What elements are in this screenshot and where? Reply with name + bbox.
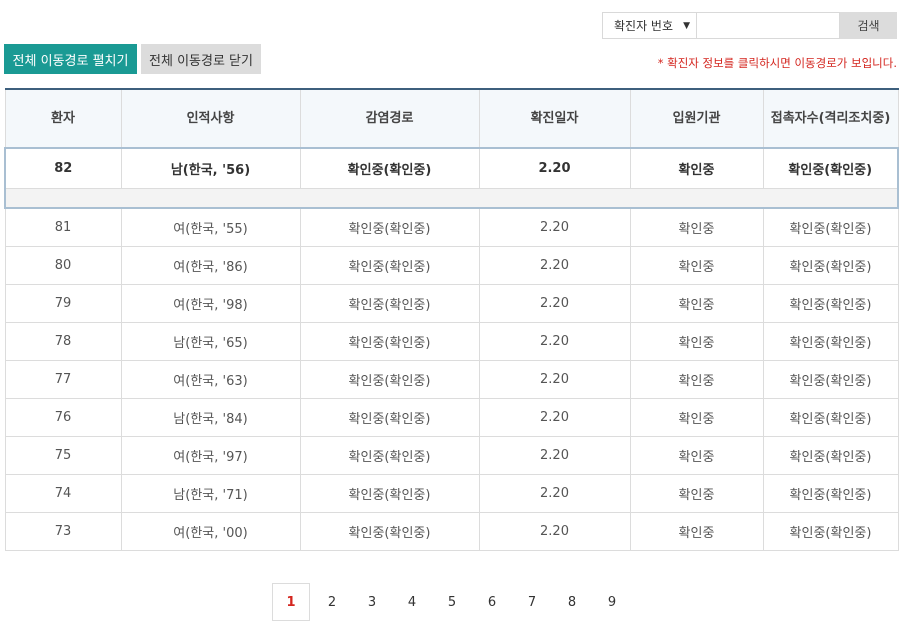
table-cell: 2.20 xyxy=(478,435,631,475)
expand-all-routes-button[interactable]: 전체 이동경로 펼치기 xyxy=(4,44,137,74)
table-cell: 73 xyxy=(4,511,122,551)
table-cell: 확인중 xyxy=(629,245,764,285)
table-row[interactable]: 80 여(한국, '86) 확인중(확인중) 2.20 확인중 확인중(확인중) xyxy=(4,245,899,285)
pagination: 123456789 xyxy=(272,583,632,621)
table-cell: 2.20 xyxy=(478,245,631,285)
table-row[interactable]: 79 여(한국, '98) 확인중(확인중) 2.20 확인중 확인중(확인중) xyxy=(4,283,899,323)
table-cell: 확인중(확인중) xyxy=(762,321,899,361)
table-cell: 확인중(확인중) xyxy=(299,245,480,285)
table-cell: 확인중 xyxy=(629,207,764,247)
table-cell: 확인중(확인중) xyxy=(762,435,899,475)
table-cell: 확인중 xyxy=(629,147,764,189)
table-cell: 확인중(확인중) xyxy=(299,473,480,513)
table-cell: 확인중(확인중) xyxy=(299,435,480,475)
table-cell: 남(한국, '71) xyxy=(120,473,301,513)
table-cell: 확인중(확인중) xyxy=(762,245,899,285)
column-header: 감염경로 xyxy=(299,88,480,149)
table-cell: 2.20 xyxy=(478,397,631,437)
table-cell: 79 xyxy=(4,283,122,323)
table-cell: 확인중(확인중) xyxy=(762,511,899,551)
table-cell: 여(한국, '63) xyxy=(120,359,301,399)
table-cell: 확인중(확인중) xyxy=(299,147,480,189)
patient-table: 환자 인적사항 감염경로 확진일자 입원기관 접촉자수(격리조치중) 82 남(… xyxy=(4,88,899,551)
notice-text: * 확진자 정보를 클릭하시면 이동경로가 보입니다. xyxy=(657,56,897,70)
page-link-9[interactable]: 9 xyxy=(592,583,632,621)
table-cell: 확인중 xyxy=(629,511,764,551)
table-cell: 2.20 xyxy=(478,359,631,399)
table-cell: 80 xyxy=(4,245,122,285)
table-cell: 남(한국, '65) xyxy=(120,321,301,361)
table-header-row: 환자 인적사항 감염경로 확진일자 입원기관 접촉자수(격리조치중) xyxy=(4,88,899,149)
table-cell: 남(한국, '56) xyxy=(120,147,301,189)
table-cell: 2.20 xyxy=(478,147,631,189)
table-cell: 76 xyxy=(4,397,122,437)
table-cell: 75 xyxy=(4,435,122,475)
search-type-select[interactable]: 확진자 번호 ▼ xyxy=(602,12,697,39)
table-cell: 확인중 xyxy=(629,359,764,399)
table-cell: 81 xyxy=(4,207,122,247)
table-cell: 확인중 xyxy=(629,473,764,513)
column-header: 인적사항 xyxy=(120,88,301,149)
table-cell: 2.20 xyxy=(478,511,631,551)
table-cell: 확인중(확인중) xyxy=(762,397,899,437)
column-header: 확진일자 xyxy=(478,88,631,149)
page-link-6[interactable]: 6 xyxy=(472,583,512,621)
table-cell: 확인중(확인중) xyxy=(762,207,899,247)
table-cell: 2.20 xyxy=(478,473,631,513)
table-cell: 82 xyxy=(4,147,122,189)
table-cell: 확인중(확인중) xyxy=(299,511,480,551)
table-cell: 확인중(확인중) xyxy=(762,147,899,189)
table-cell: 확인중 xyxy=(629,321,764,361)
table-cell: 74 xyxy=(4,473,122,513)
page-link-8[interactable]: 8 xyxy=(552,583,592,621)
table-cell: 2.20 xyxy=(478,321,631,361)
page-link-4[interactable]: 4 xyxy=(392,583,432,621)
page-link-5[interactable]: 5 xyxy=(432,583,472,621)
page-link-3[interactable]: 3 xyxy=(352,583,392,621)
table-row[interactable]: 73 여(한국, '00) 확인중(확인중) 2.20 확인중 확인중(확인중) xyxy=(4,511,899,551)
column-header: 접촉자수(격리조치중) xyxy=(762,88,899,149)
table-cell: 확인중(확인중) xyxy=(762,473,899,513)
table-cell: 확인중 xyxy=(629,435,764,475)
table-row-selected[interactable]: 82 남(한국, '56) 확인중(확인중) 2.20 확인중 확인중(확인중) xyxy=(4,147,899,189)
chevron-down-icon: ▼ xyxy=(683,21,690,31)
table-cell: 77 xyxy=(4,359,122,399)
table-cell: 확인중 xyxy=(629,283,764,323)
table-cell: 여(한국, '98) xyxy=(120,283,301,323)
search-type-label: 확진자 번호 xyxy=(614,19,674,33)
search-bar: 확진자 번호 ▼ 검색 xyxy=(602,12,897,39)
table-cell: 확인중(확인중) xyxy=(762,283,899,323)
column-header: 환자 xyxy=(4,88,122,149)
table-cell: 78 xyxy=(4,321,122,361)
route-detail-row xyxy=(4,187,899,209)
page-link-2[interactable]: 2 xyxy=(312,583,352,621)
table-row[interactable]: 76 남(한국, '84) 확인중(확인중) 2.20 확인중 확인중(확인중) xyxy=(4,397,899,437)
table-cell: 확인중(확인중) xyxy=(299,283,480,323)
table-cell: 2.20 xyxy=(478,207,631,247)
table-row[interactable]: 75 여(한국, '97) 확인중(확인중) 2.20 확인중 확인중(확인중) xyxy=(4,435,899,475)
table-cell: 확인중(확인중) xyxy=(762,359,899,399)
collapse-all-routes-button[interactable]: 전체 이동경로 닫기 xyxy=(141,44,261,74)
table-row[interactable]: 78 남(한국, '65) 확인중(확인중) 2.20 확인중 확인중(확인중) xyxy=(4,321,899,361)
column-header: 입원기관 xyxy=(629,88,764,149)
page-link-1[interactable]: 1 xyxy=(272,583,310,621)
route-detail-cell xyxy=(4,187,899,209)
table-cell: 확인중(확인중) xyxy=(299,397,480,437)
table-row[interactable]: 74 남(한국, '71) 확인중(확인중) 2.20 확인중 확인중(확인중) xyxy=(4,473,899,513)
table-cell: 여(한국, '97) xyxy=(120,435,301,475)
table-cell: 확인중(확인중) xyxy=(299,321,480,361)
table-cell: 여(한국, '86) xyxy=(120,245,301,285)
page-link-7[interactable]: 7 xyxy=(512,583,552,621)
table-row[interactable]: 77 여(한국, '63) 확인중(확인중) 2.20 확인중 확인중(확인중) xyxy=(4,359,899,399)
table-row[interactable]: 81 여(한국, '55) 확인중(확인중) 2.20 확인중 확인중(확인중) xyxy=(4,207,899,247)
table-cell: 2.20 xyxy=(478,283,631,323)
table-cell: 확인중(확인중) xyxy=(299,359,480,399)
table-cell: 확인중(확인중) xyxy=(299,207,480,247)
search-input[interactable] xyxy=(697,12,840,39)
table-cell: 여(한국, '00) xyxy=(120,511,301,551)
search-button[interactable]: 검색 xyxy=(840,12,897,39)
table-cell: 남(한국, '84) xyxy=(120,397,301,437)
table-cell: 확인중 xyxy=(629,397,764,437)
table-cell: 여(한국, '55) xyxy=(120,207,301,247)
